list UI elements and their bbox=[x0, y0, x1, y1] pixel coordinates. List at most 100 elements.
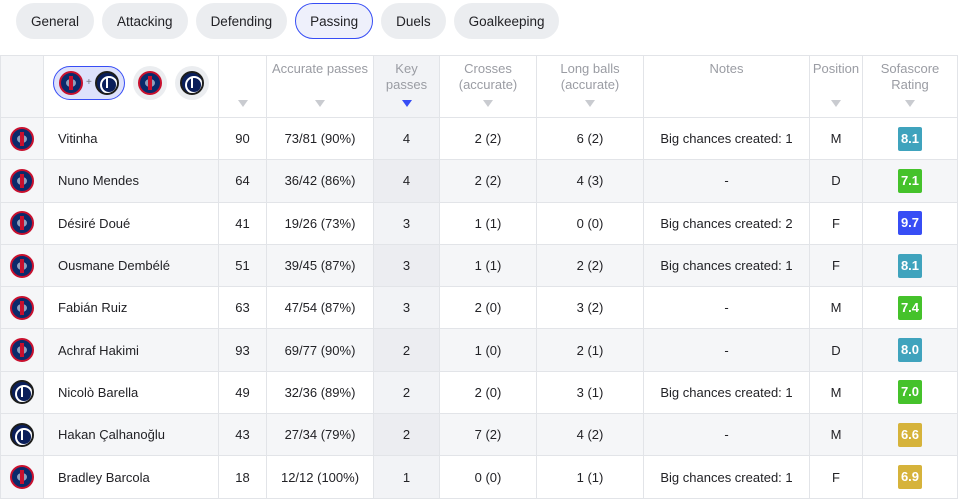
long-balls-cell: 2 (2) bbox=[536, 243, 644, 288]
accurate-passes-cell: 36/42 (86%) bbox=[266, 159, 374, 203]
rating-cell: 7.4 bbox=[862, 286, 958, 330]
sort-arrow-icon bbox=[585, 100, 595, 107]
sort-arrow-active-icon bbox=[401, 100, 412, 107]
minutes-cell: 18 bbox=[218, 455, 267, 499]
header-position[interactable]: Position bbox=[809, 55, 863, 118]
header-long-balls-label-1: Long balls bbox=[560, 61, 620, 76]
key-passes-cell: 4 bbox=[373, 159, 440, 203]
psg-filter[interactable] bbox=[132, 66, 167, 100]
notes-cell: Big chances created: 1 bbox=[643, 243, 810, 288]
inter-filter[interactable] bbox=[174, 66, 209, 100]
tab-general[interactable]: General bbox=[16, 3, 95, 39]
tab-passing[interactable]: Passing bbox=[295, 3, 374, 39]
rating-badge[interactable]: 7.0 bbox=[898, 380, 922, 405]
minutes-cell: 41 bbox=[218, 201, 267, 245]
player-name[interactable]: Vitinha bbox=[43, 116, 219, 161]
player-name[interactable]: Nuno Mendes bbox=[43, 159, 219, 203]
table-row[interactable]: Nicolò Barella 49 32/36 (89%) 2 2 (0) 3 (1) Bi… bbox=[0, 370, 958, 415]
key-passes-cell: 3 bbox=[373, 201, 440, 245]
rating-badge[interactable]: 9.7 bbox=[898, 211, 922, 236]
minutes-cell: 63 bbox=[218, 286, 267, 330]
player-name[interactable]: Ousmane Dembélé bbox=[43, 243, 219, 288]
table-row[interactable]: Vitinha 90 73/81 (90%) 4 2 (2) 6 (2) Big chanc… bbox=[0, 116, 958, 161]
key-passes-cell: 2 bbox=[373, 328, 440, 372]
table-body: Vitinha 90 73/81 (90%) 4 2 (2) 6 (2) Big chanc… bbox=[0, 116, 958, 499]
minutes-cell: 43 bbox=[218, 413, 267, 457]
psg-logo-icon bbox=[137, 71, 162, 95]
psg-logo-icon bbox=[10, 295, 34, 320]
rating-badge[interactable]: 8.1 bbox=[898, 253, 922, 278]
rating-cell: 7.0 bbox=[862, 370, 958, 415]
notes-cell: - bbox=[643, 286, 810, 330]
tab-duels[interactable]: Duels bbox=[381, 3, 446, 39]
stats-tabs: General Attacking Defending Passing Duel… bbox=[16, 3, 560, 39]
table-row[interactable]: Ousmane Dembélé 51 39/45 (87%) 3 1 (1) 2 (2) B… bbox=[0, 243, 958, 288]
rating-badge[interactable]: 8.0 bbox=[898, 338, 922, 363]
player-name[interactable]: Hakan Çalhanoğlu bbox=[43, 413, 219, 457]
rating-cell: 6.9 bbox=[862, 455, 958, 499]
psg-logo-icon bbox=[10, 465, 34, 490]
accurate-passes-cell: 47/54 (87%) bbox=[266, 286, 374, 330]
rating-badge[interactable]: 7.4 bbox=[898, 295, 922, 320]
sort-arrow-icon bbox=[905, 100, 915, 107]
header-accurate-passes[interactable]: Accurate passes bbox=[266, 55, 374, 118]
psg-logo-icon bbox=[10, 338, 34, 363]
table-row[interactable]: Bradley Barcola 18 12/12 (100%) 1 0 (0) 1 (1)… bbox=[0, 455, 958, 499]
long-balls-cell: 3 (2) bbox=[536, 286, 644, 330]
header-rating[interactable]: Sofascore Rating bbox=[862, 55, 958, 118]
rating-badge[interactable]: 6.9 bbox=[898, 465, 922, 490]
rating-cell: 8.0 bbox=[862, 328, 958, 372]
crosses-cell: 7 (2) bbox=[439, 413, 537, 457]
key-passes-cell: 4 bbox=[373, 116, 440, 161]
sort-arrow-icon bbox=[483, 100, 493, 107]
team-logo-cell bbox=[0, 413, 44, 457]
psg-logo-icon bbox=[10, 211, 34, 236]
crosses-cell: 2 (2) bbox=[439, 116, 537, 161]
header-crosses[interactable]: Crosses (accurate) bbox=[439, 55, 537, 118]
position-cell: F bbox=[809, 455, 863, 499]
tab-attacking[interactable]: Attacking bbox=[102, 3, 188, 39]
accurate-passes-cell: 12/12 (100%) bbox=[266, 455, 374, 499]
notes-cell: - bbox=[643, 413, 810, 457]
long-balls-cell: 3 (1) bbox=[536, 370, 644, 415]
rating-badge[interactable]: 7.1 bbox=[898, 168, 922, 193]
player-name[interactable]: Fabián Ruiz bbox=[43, 286, 219, 330]
team-logo-cell bbox=[0, 243, 44, 288]
both-teams-filter[interactable]: + bbox=[53, 66, 125, 100]
inter-logo-icon bbox=[94, 71, 119, 95]
header-key-passes-label-1: Key bbox=[395, 61, 418, 76]
position-cell: F bbox=[809, 243, 863, 288]
rating-badge[interactable]: 6.6 bbox=[898, 422, 922, 447]
psg-logo-icon bbox=[10, 126, 34, 151]
table-row[interactable]: Désiré Doué 41 19/26 (73%) 3 1 (1) 0 (0) Big c… bbox=[0, 201, 958, 245]
player-stats-table-wrap: + Accurate passes Key passes Crosses (ac… bbox=[0, 55, 960, 499]
table-row[interactable]: Achraf Hakimi 93 69/77 (90%) 2 1 (0) 2 (1) - D 8… bbox=[0, 328, 958, 372]
minutes-cell: 51 bbox=[218, 243, 267, 288]
player-name[interactable]: Nicolò Barella bbox=[43, 370, 219, 415]
team-logo-cell bbox=[0, 201, 44, 245]
table-row[interactable]: Fabián Ruiz 63 47/54 (87%) 3 2 (0) 3 (2) - M 7.4 bbox=[0, 286, 958, 330]
minutes-cell: 64 bbox=[218, 159, 267, 203]
crosses-cell: 1 (1) bbox=[439, 201, 537, 245]
header-crosses-label-2: (accurate) bbox=[458, 77, 518, 92]
psg-logo-icon bbox=[59, 71, 83, 95]
player-name[interactable]: Désiré Doué bbox=[43, 201, 219, 245]
header-long-balls[interactable]: Long balls (accurate) bbox=[536, 55, 644, 118]
table-row[interactable]: Hakan Çalhanoğlu 43 27/34 (79%) 2 7 (2) 4 (2)… bbox=[0, 413, 958, 457]
table-row[interactable]: Nuno Mendes 64 36/42 (86%) 4 2 (2) 4 (3) - D 7.1 bbox=[0, 159, 958, 203]
tab-defending[interactable]: Defending bbox=[195, 3, 288, 39]
notes-cell: Big chances created: 1 bbox=[643, 370, 810, 415]
rating-cell: 6.6 bbox=[862, 413, 958, 457]
accurate-passes-cell: 27/34 (79%) bbox=[266, 413, 374, 457]
tab-goalkeeping[interactable]: Goalkeeping bbox=[453, 3, 560, 39]
rating-badge[interactable]: 8.1 bbox=[898, 126, 922, 151]
accurate-passes-cell: 69/77 (90%) bbox=[266, 328, 374, 372]
header-minutes[interactable] bbox=[218, 55, 267, 118]
notes-cell: - bbox=[643, 159, 810, 203]
accurate-passes-cell: 39/45 (87%) bbox=[266, 243, 374, 288]
header-key-passes[interactable]: Key passes bbox=[373, 55, 440, 118]
player-name[interactable]: Achraf Hakimi bbox=[43, 328, 219, 372]
player-name[interactable]: Bradley Barcola bbox=[43, 455, 219, 499]
position-cell: D bbox=[809, 328, 863, 372]
inter-logo-icon bbox=[10, 422, 34, 447]
